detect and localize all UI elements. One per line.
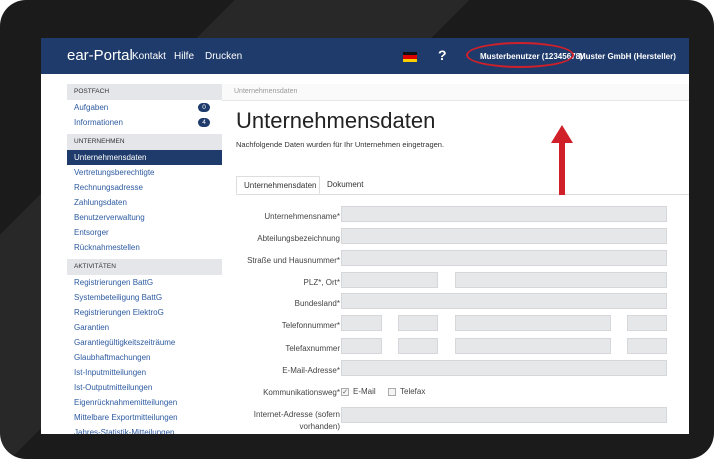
sidebar-item-glaubhaftmachungen[interactable]: Glaubhaftmachungen [67, 350, 222, 365]
main-content: Unternehmensdaten Unternehmensdaten Nach… [222, 74, 689, 434]
sidebar-item-aufgaben[interactable]: Aufgaben 0 [67, 100, 222, 115]
email-checkbox-label: E-Mail [353, 387, 376, 396]
telefax-checkbox-label: Telefax [400, 387, 426, 396]
page-title: Unternehmensdaten [236, 108, 436, 133]
email-input[interactable] [341, 360, 667, 376]
kommunikationsweg-options: ✓ E-Mail Telefax [341, 387, 461, 398]
field-label: PLZ*, Ort* [303, 278, 340, 287]
nav-link-hilfe[interactable]: Hilfe [174, 51, 194, 62]
sidebar-heading-unternehmen: UNTERNEHMEN [67, 134, 222, 150]
sidebar-item-mittelbare-exportmitteilungen[interactable]: Mittelbare Exportmitteilungen [67, 410, 222, 425]
sidebar-item-benutzerverwaltung[interactable]: Benutzerverwaltung [67, 210, 222, 225]
sidebar-item-informationen[interactable]: Informationen 4 [67, 115, 222, 130]
sidebar-item-ist-outputmitteilungen[interactable]: Ist-Outputmitteilungen [67, 380, 222, 395]
sidebar-item-unternehmensdaten[interactable]: Unternehmensdaten [67, 150, 222, 165]
field-label: Telefaxnummer [285, 344, 340, 353]
sidebar-item-entsorger[interactable]: Entsorger [67, 225, 222, 240]
tab-dokument[interactable]: Dokument [320, 176, 376, 194]
sidebar-item-garantien[interactable]: Garantien [67, 320, 222, 335]
field-label: E-Mail-Adresse* [282, 366, 340, 375]
breadcrumb-bar: Unternehmensdaten [222, 84, 689, 101]
highlight-arrow-icon [551, 125, 573, 195]
field-label: Bundesland* [294, 299, 340, 308]
field-label: Internet-Adresse (sofern [253, 410, 340, 419]
bundesland-input[interactable] [341, 293, 667, 309]
sidebar-item-garantiegueltigkeitszeitraeume[interactable]: Garantiegültigkeitszeiträume [67, 335, 222, 350]
nav-link-drucken[interactable]: Drucken [205, 51, 242, 62]
telefax-extension-input[interactable] [627, 338, 667, 354]
breadcrumb[interactable]: Unternehmensdaten [234, 88, 297, 95]
page-subtitle: Nachfolgende Daten wurden für Ihr Untern… [236, 140, 445, 149]
field-label: Straße und Hausnummer* [247, 256, 340, 265]
sidebar-item-label: Informationen [74, 118, 123, 127]
sidebar-item-ruecknahmestellen[interactable]: Rücknahmestellen [67, 240, 222, 255]
unternehmensname-input[interactable] [341, 206, 667, 222]
field-label: vorhanden) [299, 422, 340, 431]
highlight-circle [466, 42, 574, 68]
brand-logo[interactable]: ear-Portal [67, 47, 133, 64]
top-navigation: ear-Portal Kontakt Hilfe Drucken ? Muste… [41, 38, 689, 74]
field-label: Unternehmensname* [264, 212, 340, 221]
field-label: Telefonnummer* [281, 321, 340, 330]
sidebar-item-registrierungen-battg[interactable]: Registrierungen BattG [67, 275, 222, 290]
telefax-number-input[interactable] [455, 338, 611, 354]
telefon-number-input[interactable] [455, 315, 611, 331]
tab-bar: Unternehmensdaten Dokument [236, 176, 689, 195]
sidebar: POSTFACH Aufgaben 0 Informationen 4 UNTE… [67, 84, 222, 434]
plz-input[interactable] [341, 272, 438, 288]
sidebar-item-rechnungsadresse[interactable]: Rechnungsadresse [67, 180, 222, 195]
sidebar-item-ist-inputmitteilungen[interactable]: Ist-Inputmitteilungen [67, 365, 222, 380]
help-button[interactable]: ? [438, 47, 447, 63]
telefax-checkbox[interactable] [388, 388, 396, 396]
company-menu[interactable]: Muster GmbH (Hersteller) [579, 52, 676, 61]
internet-adresse-input[interactable] [341, 407, 667, 423]
email-checkbox[interactable]: ✓ [341, 388, 349, 396]
telefon-country-input[interactable] [341, 315, 382, 331]
field-label: Kommunikationsweg* [263, 388, 340, 397]
sidebar-item-label: Aufgaben [74, 103, 109, 112]
sidebar-item-eigenruecknahmemitteilungen[interactable]: Eigenrücknahmemitteilungen [67, 395, 222, 410]
sidebar-item-registrierungen-elektrog[interactable]: Registrierungen ElektroG [67, 305, 222, 320]
sidebar-heading-aktivitaeten: AKTIVITÄTEN [67, 259, 222, 275]
sidebar-item-jahres-statistik-mitteilungen[interactable]: Jahres-Statistik-Mitteilungen [67, 425, 222, 434]
browser-screen: ear-Portal Kontakt Hilfe Drucken ? Muste… [41, 38, 689, 434]
strasse-input[interactable] [341, 250, 667, 266]
telefon-area-input[interactable] [398, 315, 438, 331]
abteilungsbezeichnung-input[interactable] [341, 228, 667, 244]
count-badge: 4 [198, 118, 210, 127]
count-badge: 0 [198, 103, 210, 112]
sidebar-item-zahlungsdaten[interactable]: Zahlungsdaten [67, 195, 222, 210]
telefax-country-input[interactable] [341, 338, 382, 354]
telefax-area-input[interactable] [398, 338, 438, 354]
sidebar-item-systembeteiligung-battg[interactable]: Systembeteiligung BattG [67, 290, 222, 305]
sidebar-heading-postfach: POSTFACH [67, 84, 222, 100]
tab-unternehmensdaten[interactable]: Unternehmensdaten [236, 176, 320, 194]
sidebar-item-vertretungsberechtigte[interactable]: Vertretungsberechtigte [67, 165, 222, 180]
ort-input[interactable] [455, 272, 667, 288]
field-label: Abteilungsbezeichnung [257, 234, 340, 243]
nav-link-kontakt[interactable]: Kontakt [132, 51, 166, 62]
telefon-extension-input[interactable] [627, 315, 667, 331]
german-flag-icon[interactable] [403, 52, 417, 62]
